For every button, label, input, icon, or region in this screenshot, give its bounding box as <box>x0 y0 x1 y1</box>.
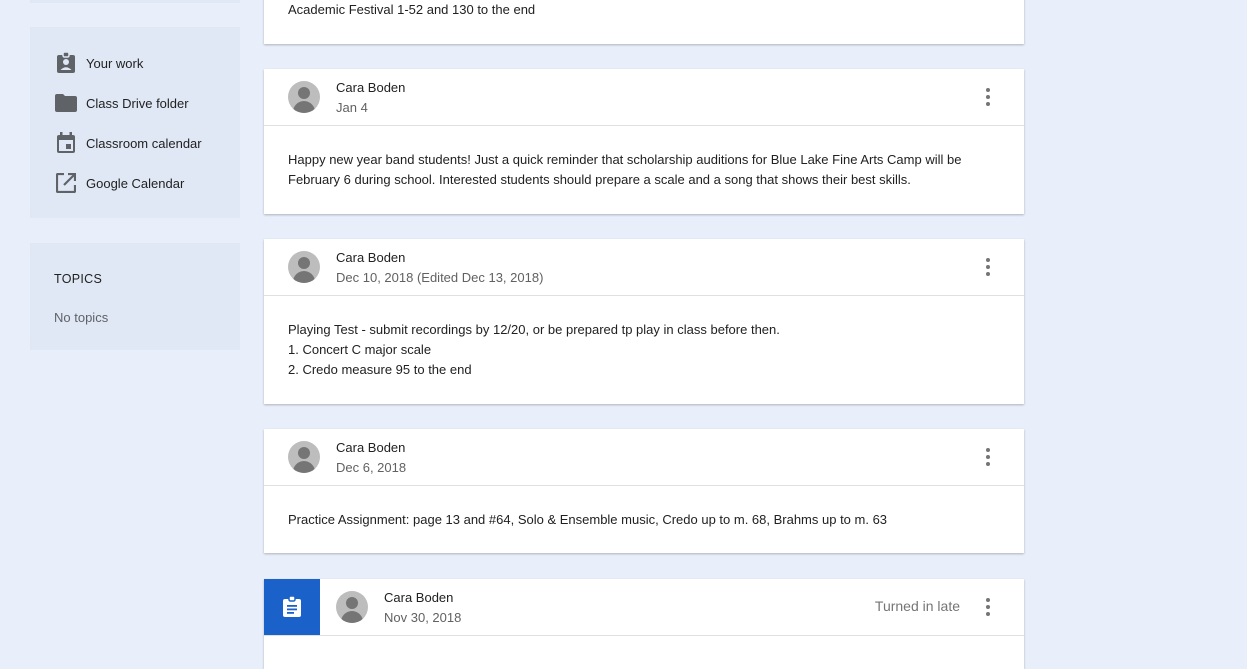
post-author: Cara Boden <box>336 250 406 265</box>
assignment-card[interactable]: Cara Boden Nov 30, 2018 Turned in late <box>264 579 1024 669</box>
post-body: Happy new year band students! Just a qui… <box>264 126 1024 190</box>
assignment-author: Cara Boden <box>384 590 454 605</box>
post-author: Cara Boden <box>336 80 406 95</box>
no-topics-text: No topics <box>54 310 109 325</box>
turned-in-status: Turned in late <box>874 598 960 614</box>
avatar <box>288 251 320 283</box>
sidebar-card-remnant <box>30 0 240 3</box>
post-date: Dec 10, 2018 (Edited Dec 13, 2018) <box>336 270 544 285</box>
post-body: Academic Festival 1-52 and 130 to the en… <box>288 2 536 17</box>
post-header: Cara Boden Jan 4 <box>264 69 1024 126</box>
topics-card: TOPICS No topics <box>30 243 240 350</box>
post-body-line: 2. Credo measure 95 to the end <box>288 362 472 377</box>
avatar <box>288 81 320 113</box>
more-options-icon[interactable] <box>976 595 1000 619</box>
classroom-calendar-link[interactable]: Classroom calendar <box>54 131 202 155</box>
your-work-label: Your work <box>86 55 144 71</box>
post-card[interactable]: Cara Boden Dec 6, 2018 Practice Assignme… <box>264 429 1024 553</box>
sidebar-links-card: Your work Class Drive folder Classroom c… <box>30 27 240 218</box>
calendar-icon <box>54 131 78 155</box>
assignment-ind-icon <box>54 51 78 75</box>
your-work-link[interactable]: Your work <box>54 51 143 75</box>
post-body-line: Happy new year band students! Just a qui… <box>288 152 962 167</box>
assignment-header: Cara Boden Nov 30, 2018 Turned in late <box>264 579 1024 636</box>
post-date: Dec 6, 2018 <box>336 460 407 475</box>
topics-title: TOPICS <box>54 272 103 286</box>
post-body-line: Playing Test - submit recordings by 12/2… <box>288 322 780 337</box>
google-calendar-link[interactable]: Google Calendar <box>54 171 184 195</box>
post-header: Cara Boden Dec 10, 2018 (Edited Dec 13, … <box>264 239 1024 296</box>
assignment-icon <box>264 579 320 635</box>
assignment-date: Nov 30, 2018 <box>384 610 462 625</box>
post-header: Cara Boden Dec 6, 2018 <box>264 429 1024 486</box>
avatar <box>288 441 320 473</box>
open-in-new-icon <box>54 171 78 195</box>
post-body-line: Practice Assignment: page 13 and #64, So… <box>288 512 888 527</box>
post-card[interactable]: Cara Boden Dec 10, 2018 (Edited Dec 13, … <box>264 239 1024 404</box>
post-body-line: 1. Concert C major scale <box>288 342 432 357</box>
post-card[interactable]: Cara Boden Jan 4 Happy new year band stu… <box>264 69 1024 214</box>
post-author: Cara Boden <box>336 440 406 455</box>
more-options-icon[interactable] <box>976 255 1000 279</box>
post-body-line: February 6 during school. Interested stu… <box>288 172 911 187</box>
class-drive-folder-link[interactable]: Class Drive folder <box>54 91 189 115</box>
folder-icon <box>54 91 78 115</box>
post-body: Practice Assignment: page 13 and #64, So… <box>264 486 1024 530</box>
more-options-icon[interactable] <box>976 445 1000 469</box>
partial-post-card: Academic Festival 1-52 and 130 to the en… <box>264 0 1024 44</box>
class-drive-folder-label: Class Drive folder <box>86 95 189 111</box>
classroom-calendar-label: Classroom calendar <box>86 135 202 151</box>
more-options-icon[interactable] <box>976 85 1000 109</box>
google-calendar-label: Google Calendar <box>86 175 185 191</box>
avatar <box>336 591 368 623</box>
post-date: Jan 4 <box>336 100 368 115</box>
post-body: Playing Test - submit recordings by 12/2… <box>264 296 1024 380</box>
